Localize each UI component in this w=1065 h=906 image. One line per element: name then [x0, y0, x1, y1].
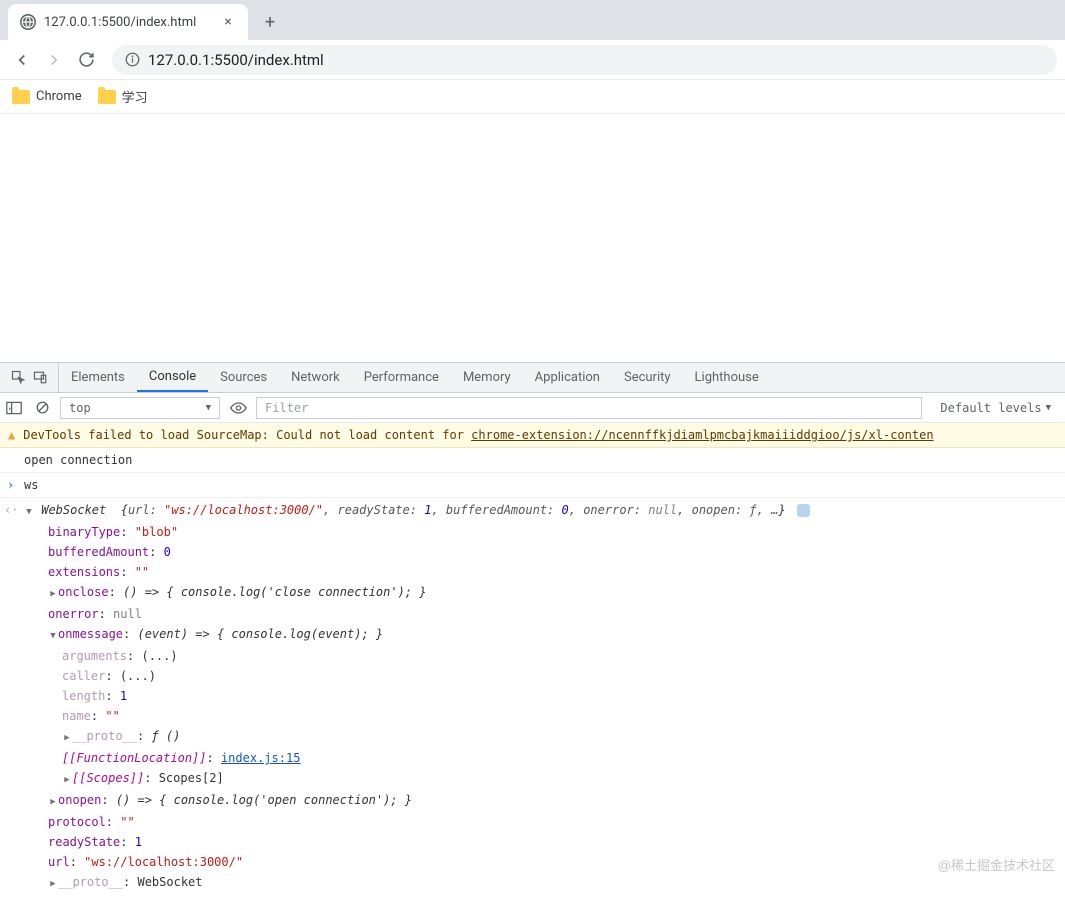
tab-strip: 127.0.0.1:5500/index.html × + [0, 0, 1065, 40]
expand-toggle[interactable] [48, 790, 58, 812]
console-output: open connection › ws ‹· WebSocket {url: … [0, 448, 1065, 896]
tab-lighthouse[interactable]: Lighthouse [683, 363, 771, 392]
filter-input[interactable] [256, 397, 922, 419]
tab-memory[interactable]: Memory [451, 363, 523, 392]
address-bar[interactable]: 127.0.0.1:5500/index.html [112, 45, 1057, 75]
log-message: open connection [0, 448, 1065, 473]
object-tree: binaryType: "blob" bufferedAmount: 0 ext… [24, 522, 1057, 894]
console-sidebar-icon[interactable] [4, 398, 24, 418]
levels-label: Default levels [940, 401, 1041, 415]
tab-application[interactable]: Application [523, 363, 612, 392]
chevron-down-icon: ▼ [206, 403, 211, 413]
tab-title: 127.0.0.1:5500/index.html [44, 15, 212, 30]
tab-security[interactable]: Security [612, 363, 683, 392]
globe-icon [20, 14, 36, 30]
console-input-echo: › ws [0, 473, 1065, 498]
back-button[interactable] [8, 46, 36, 74]
log-levels-selector[interactable]: Default levels ▼ [930, 401, 1061, 415]
context-value: top [69, 401, 91, 415]
clear-console-icon[interactable] [32, 398, 52, 418]
folder-icon [98, 90, 116, 104]
tab-performance[interactable]: Performance [352, 363, 451, 392]
input-text: ws [24, 478, 38, 492]
inspect-element-icon[interactable] [8, 368, 28, 388]
url-text: 127.0.0.1:5500/index.html [148, 51, 324, 69]
expand-toggle[interactable] [48, 624, 58, 646]
console-result: ‹· WebSocket {url: "ws://localhost:3000/… [0, 498, 1065, 896]
expand-toggle[interactable] [48, 582, 58, 604]
page-viewport [0, 114, 1065, 362]
info-badge-icon[interactable] [797, 504, 810, 517]
bookmark-label: Chrome [36, 89, 82, 104]
log-text: open connection [24, 453, 132, 467]
tab-elements[interactable]: Elements [59, 363, 137, 392]
warning-link[interactable]: chrome-extension://ncennffkjdiamlpmcbajk… [471, 428, 933, 442]
device-toolbar-icon[interactable] [30, 368, 50, 388]
tab-network[interactable]: Network [279, 363, 352, 392]
return-icon: ‹· [4, 500, 18, 520]
context-selector[interactable]: top ▼ [60, 397, 220, 419]
live-expression-icon[interactable] [228, 398, 248, 418]
tab-console[interactable]: Console [137, 363, 208, 392]
console-toolbar: top ▼ Default levels ▼ [0, 393, 1065, 423]
watermark: @稀土掘金技术社区 [938, 856, 1055, 876]
bookmarks-bar: Chrome 学习 [0, 80, 1065, 114]
bookmark-study[interactable]: 学习 [98, 87, 148, 106]
sourcemap-warning: ▲ DevTools failed to load SourceMap: Cou… [0, 423, 1065, 448]
new-tab-button[interactable]: + [256, 8, 284, 36]
chevron-down-icon: ▼ [1046, 403, 1051, 413]
forward-button[interactable] [40, 46, 68, 74]
folder-icon [12, 90, 30, 104]
expand-toggle[interactable] [62, 726, 72, 748]
warning-text: DevTools failed to load SourceMap: Could… [23, 428, 471, 442]
expand-toggle[interactable] [62, 768, 72, 790]
expand-toggle[interactable] [24, 500, 34, 522]
info-icon[interactable] [124, 52, 140, 68]
devtools: Elements Console Sources Network Perform… [0, 362, 1065, 896]
prompt-icon: › [7, 475, 14, 495]
tab-sources[interactable]: Sources [208, 363, 279, 392]
bookmark-chrome[interactable]: Chrome [12, 89, 82, 104]
warning-icon: ▲ [8, 428, 15, 442]
devtools-tabs: Elements Console Sources Network Perform… [0, 363, 1065, 393]
browser-tab[interactable]: 127.0.0.1:5500/index.html × [8, 4, 248, 40]
close-icon[interactable]: × [220, 14, 236, 30]
reload-button[interactable] [72, 46, 100, 74]
object-summary[interactable]: WebSocket {url: "ws://localhost:3000/", … [41, 503, 793, 517]
source-link[interactable]: index.js:15 [221, 751, 300, 765]
bookmark-label: 学习 [122, 87, 148, 106]
expand-toggle[interactable] [48, 872, 58, 894]
browser-toolbar: 127.0.0.1:5500/index.html [0, 40, 1065, 80]
